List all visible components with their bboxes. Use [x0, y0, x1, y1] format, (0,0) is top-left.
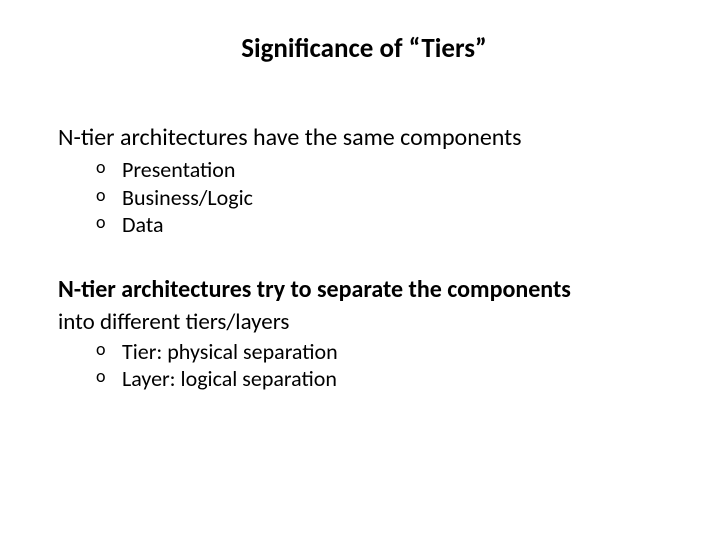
section-heading-2: N-tier architectures try to separate the… — [58, 275, 670, 304]
heading-bold-part: N-tier architectures try to separate the… — [58, 275, 571, 304]
list-item: Layer: logical separation — [96, 365, 670, 393]
section-subline: into different tiers/layers — [58, 308, 670, 336]
section-components: N-tier architectures have the same compo… — [58, 123, 670, 239]
slide-title: Significance of “Tiers” — [58, 32, 670, 65]
separation-list: Tier: physical separation Layer: logical… — [58, 338, 670, 393]
section-heading-1: N-tier architectures have the same compo… — [58, 123, 670, 152]
list-item: Business/Logic — [96, 184, 670, 212]
components-list: Presentation Business/Logic Data — [58, 156, 670, 239]
list-item: Presentation — [96, 156, 670, 184]
list-item: Data — [96, 211, 670, 239]
section-separation: N-tier architectures try to separate the… — [58, 275, 670, 393]
list-item: Tier: physical separation — [96, 338, 670, 366]
